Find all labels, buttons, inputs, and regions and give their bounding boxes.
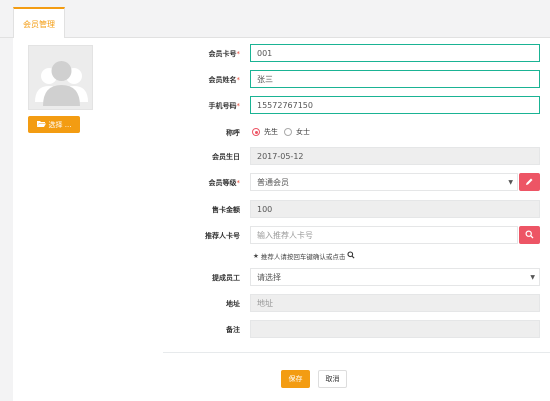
radio-checked-icon	[252, 128, 260, 136]
remark-input[interactable]	[250, 320, 540, 338]
remark-label: 备注	[226, 326, 240, 334]
title-label: 称呼	[226, 129, 240, 137]
search-icon[interactable]	[347, 251, 355, 261]
card-no-label: 会员卡号*	[208, 50, 241, 58]
level-label: 会员等级*	[208, 179, 241, 187]
tab-bar	[0, 0, 550, 38]
search-icon	[525, 230, 534, 241]
birthday-label: 会员生日	[212, 153, 240, 161]
price-input[interactable]: 100	[250, 200, 540, 218]
folder-open-icon	[36, 120, 46, 129]
address-input[interactable]: 地址	[250, 294, 540, 312]
tab-member-management[interactable]: 会员管理	[13, 7, 65, 39]
divider	[163, 352, 550, 353]
search-referrer-button[interactable]	[519, 226, 540, 244]
avatar	[28, 45, 93, 110]
caret-down-icon: ▼	[508, 179, 513, 186]
name-label: 会员姓名*	[208, 76, 241, 84]
user-group-icon	[29, 46, 92, 109]
choose-avatar-button[interactable]: 选择 ...	[28, 116, 80, 133]
phone-label: 手机号码*	[208, 102, 241, 110]
save-button[interactable]: 保存	[281, 370, 310, 388]
referrer-hint: ★ 推荐人请按回车键确认或点击	[253, 251, 355, 261]
title-radio-ms[interactable]: 女士	[284, 127, 310, 137]
caret-down-icon: ▼	[530, 274, 535, 281]
radio-unchecked-icon	[284, 128, 292, 136]
name-input[interactable]: 张三	[250, 70, 540, 88]
star-icon: ★	[253, 252, 259, 260]
card-no-input[interactable]: 001	[250, 44, 540, 62]
edit-level-button[interactable]	[519, 173, 540, 191]
staff-select[interactable]: 请选择 ▼	[250, 268, 540, 286]
address-label: 地址	[226, 300, 240, 308]
referrer-label: 推荐人卡号	[205, 232, 240, 240]
phone-input[interactable]: 15572767150	[250, 96, 540, 114]
choose-avatar-label: 选择 ...	[48, 120, 72, 129]
main-panel	[13, 38, 550, 401]
cancel-button[interactable]: 取消	[318, 370, 347, 388]
birthday-input[interactable]: 2017-05-12	[250, 147, 540, 165]
pencil-icon	[525, 177, 534, 188]
level-select[interactable]: 普通会员 ▼	[250, 173, 518, 191]
staff-label: 提成员工	[212, 274, 240, 282]
title-radio-mr[interactable]: 先生	[252, 127, 278, 137]
referrer-input[interactable]: 输入推荐人卡号	[250, 226, 518, 244]
price-label: 售卡金额	[212, 206, 240, 214]
